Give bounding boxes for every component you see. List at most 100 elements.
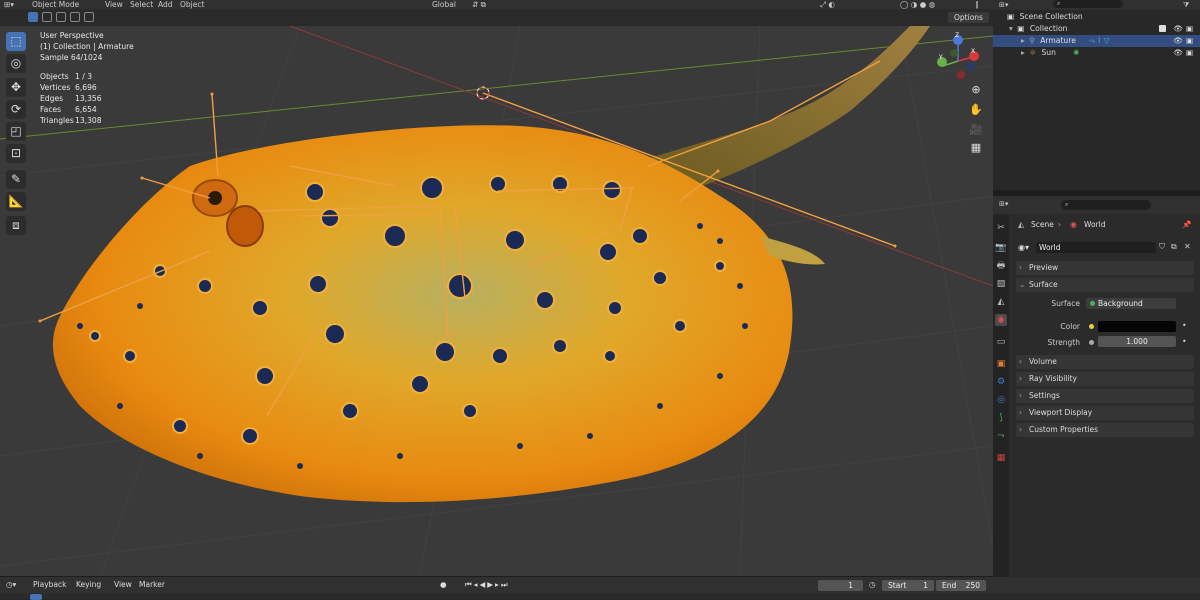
- outliner-item-armature[interactable]: ▸ ⚲ Armature ⤳ ⌇ ▽ 👁 ▣: [993, 35, 1200, 47]
- volume-panel-header[interactable]: › Volume: [1016, 355, 1194, 369]
- scene-breadcrumb-icon: ◭: [1018, 220, 1025, 229]
- record-keyframe-icon[interactable]: ●: [440, 577, 447, 593]
- perspective-grid-icon[interactable]: ▦: [968, 140, 984, 156]
- select-subtract-icon[interactable]: [56, 12, 66, 22]
- outliner-editor-icon[interactable]: ⊞▾: [999, 0, 1008, 10]
- select-difference-icon[interactable]: [70, 12, 80, 22]
- select-intersect-icon[interactable]: [84, 12, 94, 22]
- timeline-header: ◷▾ Playback Keying View Marker ● ⏮◂◀▶▸⏭ …: [0, 577, 1200, 593]
- menu-marker[interactable]: Marker: [139, 577, 165, 593]
- cursor-tool-icon[interactable]: ◎: [6, 54, 26, 73]
- armature-render-camera-icon[interactable]: ▣: [1186, 35, 1193, 47]
- custom-properties-panel-header[interactable]: › Custom Properties: [1016, 423, 1194, 437]
- sun-expand-icon[interactable]: ▸: [1021, 48, 1025, 57]
- collection-visibility-eye-icon[interactable]: 👁: [1173, 23, 1183, 35]
- armature-expand-icon[interactable]: ▸: [1021, 36, 1025, 45]
- render-tab-icon[interactable]: 📷: [995, 242, 1007, 254]
- object-tab-icon[interactable]: ▣: [995, 358, 1007, 370]
- properties-editor-icon[interactable]: ⊞▾: [999, 200, 1008, 208]
- armature-visibility-eye-icon[interactable]: 👁: [1173, 35, 1183, 47]
- outliner-search-icon[interactable]: ⌕: [1053, 0, 1123, 8]
- ray-visibility-panel-header[interactable]: › Ray Visibility: [1016, 372, 1194, 386]
- modifier-tab-icon[interactable]: ⚙: [995, 376, 1007, 388]
- collection-expand-icon[interactable]: ▾: [1009, 24, 1013, 33]
- shading-mode-icons[interactable]: ◯ ◑ ● ◍: [900, 0, 935, 9]
- menu-keying[interactable]: Keying: [76, 577, 101, 593]
- annotate-tool-icon[interactable]: ✎: [6, 170, 26, 189]
- world-tab-icon[interactable]: ◉: [995, 314, 1007, 326]
- world-name-field[interactable]: World: [1036, 242, 1156, 253]
- move-tool-icon[interactable]: ✥: [6, 78, 26, 97]
- menu-add[interactable]: Add: [158, 0, 173, 9]
- surface-shader-field[interactable]: Background: [1086, 298, 1176, 309]
- transform-orientation-select[interactable]: Global: [432, 0, 456, 9]
- view-layer-tab-icon[interactable]: ▧: [995, 278, 1007, 290]
- outliner-item-sun[interactable]: ▸ ☼ Sun ✺ 👁 ▣: [993, 47, 1200, 59]
- zoom-icon[interactable]: ⊕: [968, 82, 984, 98]
- strength-input[interactable]: 1.000: [1098, 336, 1176, 347]
- scene-tab-icon[interactable]: ◭: [995, 296, 1007, 308]
- settings-panel-header[interactable]: › Settings: [1016, 389, 1194, 403]
- color-keyframe-dot-icon[interactable]: •: [1182, 321, 1187, 330]
- timeline-editor-icon[interactable]: ◷▾: [6, 577, 16, 593]
- playback-controls-icons[interactable]: ⏮◂◀▶▸⏭: [465, 577, 510, 593]
- strength-keyframe-dot-icon[interactable]: •: [1182, 337, 1187, 346]
- viewport-display-panel-header[interactable]: › Viewport Display: [1016, 406, 1194, 420]
- collection-label: Collection: [1029, 24, 1068, 33]
- output-tab-icon[interactable]: 🖶: [995, 260, 1007, 272]
- preview-panel-header[interactable]: › Preview: [1016, 261, 1194, 275]
- sun-visibility-eye-icon[interactable]: 👁: [1173, 47, 1183, 59]
- rotate-tool-icon[interactable]: ⟳: [6, 100, 26, 119]
- menu-playback[interactable]: Playback: [33, 577, 66, 593]
- pan-hand-icon[interactable]: ✋: [968, 102, 984, 118]
- editor-type-icon[interactable]: ⊞▾: [4, 0, 14, 9]
- scale-tool-icon[interactable]: ◰: [6, 122, 26, 141]
- gizmo-toggle-icon[interactable]: ⤢ ◐: [820, 0, 835, 9]
- camera-view-icon[interactable]: 🎥: [968, 122, 984, 138]
- fake-user-shield-icon[interactable]: ⛉: [1159, 242, 1165, 252]
- volume-collapse-icon: ›: [1019, 357, 1022, 366]
- mode-select[interactable]: Object Mode: [32, 0, 79, 9]
- outliner-scene-collection[interactable]: ▣ Scene Collection: [993, 11, 1200, 23]
- sun-render-camera-icon[interactable]: ▣: [1186, 47, 1193, 59]
- timeline-playhead[interactable]: [30, 594, 42, 600]
- select-box-tool-icon[interactable]: ⬚: [6, 32, 26, 51]
- menu-select[interactable]: Select: [130, 0, 153, 9]
- object-data-tab-icon[interactable]: ⤳: [995, 430, 1007, 442]
- physics-tab-icon[interactable]: ◎: [995, 394, 1007, 406]
- start-frame-input[interactable]: Start 1: [882, 580, 934, 591]
- pin-icon[interactable]: 📌: [1182, 220, 1191, 229]
- outliner-filter-icon[interactable]: ⧩: [1183, 0, 1189, 10]
- viewport-header: ⊞▾ Object Mode View Select Add Object Gl…: [0, 0, 993, 9]
- surface-panel-header[interactable]: ⌄ Surface: [1016, 278, 1194, 292]
- pivot-icon[interactable]: ⇵ ⧉: [472, 0, 486, 9]
- menu-object[interactable]: Object: [180, 0, 204, 9]
- active-object-label: Armature: [98, 42, 134, 51]
- color-swatch[interactable]: [1098, 321, 1176, 332]
- options-dropdown[interactable]: Options: [948, 12, 989, 23]
- collection-checkbox[interactable]: [1159, 25, 1166, 32]
- world-datablock-icon[interactable]: ◉▾: [1018, 243, 1029, 252]
- constraint-tab-icon[interactable]: ⟆: [995, 412, 1007, 424]
- transform-tool-icon[interactable]: ⊡: [6, 144, 26, 163]
- texture-tab-icon[interactable]: ▦: [995, 452, 1007, 464]
- select-box-mode-icon[interactable]: [28, 12, 38, 22]
- menu-timeline-view[interactable]: View: [114, 577, 132, 593]
- preview-range-clock-icon[interactable]: ◷: [869, 577, 876, 593]
- measure-tool-icon[interactable]: 📐: [6, 192, 26, 211]
- 3d-viewport[interactable]: User Perspective (1) Collection | Armatu…: [0, 26, 993, 576]
- tool-tab-icon[interactable]: ✂: [995, 222, 1007, 234]
- current-frame-input[interactable]: 1: [818, 580, 863, 591]
- add-cube-tool-icon[interactable]: ⧈: [6, 216, 26, 235]
- outliner-collection[interactable]: ▾ ▣ Collection 👁 ▣: [993, 23, 1200, 35]
- duplicate-world-icon[interactable]: ⧉: [1171, 242, 1177, 252]
- collection-tab-icon[interactable]: ▭: [995, 336, 1007, 348]
- pause-render-icon[interactable]: ∥: [975, 0, 979, 9]
- select-extend-icon[interactable]: [42, 12, 52, 22]
- unlink-world-icon[interactable]: ✕: [1184, 242, 1191, 251]
- end-frame-input[interactable]: End 250: [936, 580, 986, 591]
- properties-search-icon[interactable]: ⌕: [1061, 200, 1151, 210]
- menu-view[interactable]: View: [105, 0, 123, 9]
- world-breadcrumb-icon: ◉: [1070, 220, 1077, 229]
- collection-render-camera-icon[interactable]: ▣: [1186, 23, 1193, 35]
